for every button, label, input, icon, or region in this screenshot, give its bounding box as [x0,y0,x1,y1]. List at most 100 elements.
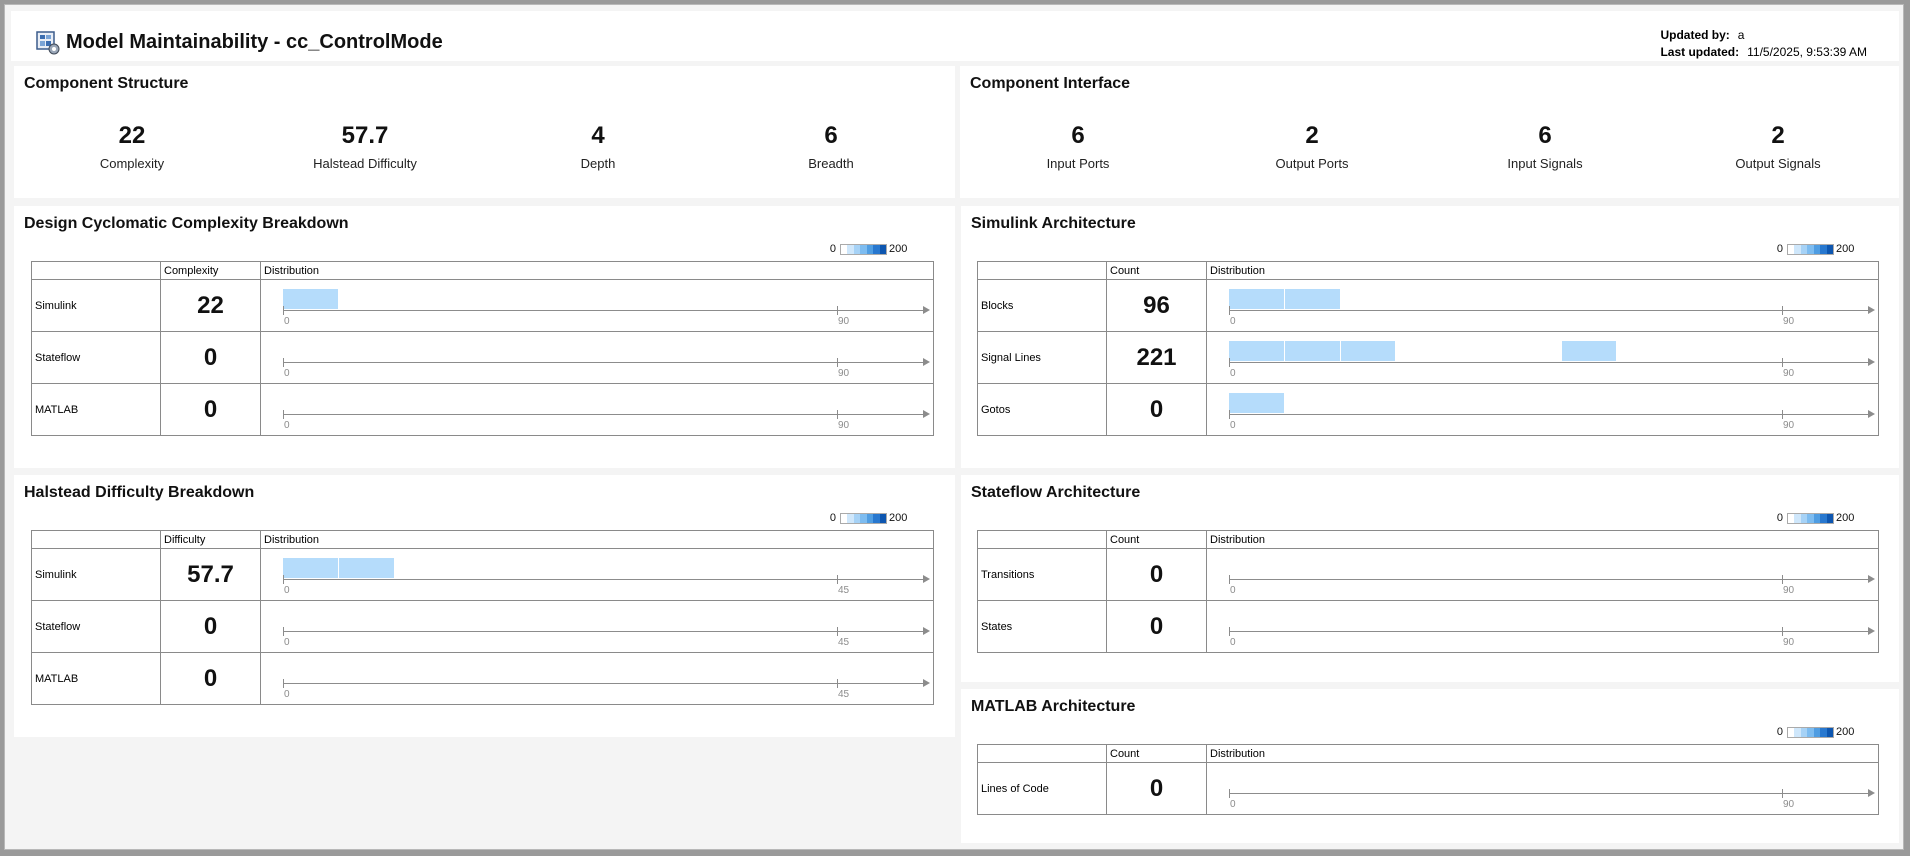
axis-min-label: 0 [1230,316,1236,327]
axis-min-tick [283,575,284,584]
table-row: Signal Lines 221 0 90 [977,331,1879,384]
histogram-bar [1285,289,1340,309]
axis-min-tick [1229,789,1230,798]
row-value: 22 [160,279,261,332]
page-title: Model Maintainability - cc_ControlMode [66,31,443,53]
legend-high: 200 [1836,512,1855,524]
row-label: Signal Lines [977,331,1107,384]
histogram-bar [1561,341,1617,361]
distribution-histogram: 0 45 [261,653,933,704]
row-label: Stateflow [31,331,161,384]
table-row: Lines of Code 0 0 90 [977,762,1879,815]
histogram-axis [1229,414,1870,415]
axis-max-label: 45 [838,637,850,648]
header-blank [977,530,1107,549]
panel-title: Component Structure [24,75,189,92]
panel-title: Design Cyclomatic Complexity Breakdown [24,215,349,232]
axis-max-label: 45 [838,689,850,700]
row-value: 0 [1106,383,1207,436]
histogram-axis [1229,579,1870,580]
histogram-axis [1229,793,1870,794]
distribution-histogram: 0 90 [1207,601,1878,652]
updated-by-label: Updated by: [1660,28,1730,42]
breakdown-table: Difficulty Distribution Simulink 57.7 0 45 S… [31,530,934,705]
axis-max-label: 45 [838,585,850,596]
distribution-histogram: 0 90 [1207,280,1878,331]
metric-value: 2 [1771,122,1785,149]
axis-max-tick [1782,575,1783,584]
row-label: Simulink [31,548,161,601]
metric-value: 22 [118,122,146,149]
axis-min-tick [283,306,284,315]
header-distribution: Distribution [260,261,934,280]
table-row: Stateflow 0 0 45 [31,600,934,653]
metric-value: 4 [591,122,605,149]
histogram-bar [1229,289,1285,309]
axis-max-tick [837,679,838,688]
header-distribution: Distribution [1206,530,1879,549]
histogram-axis [283,362,925,363]
row-value: 0 [1106,600,1207,653]
panel-title: Stateflow Architecture [971,484,1141,501]
metric-label: Complexity [99,156,165,171]
axis-min-tick [1229,410,1230,419]
metric-breadth: 6 Breadth [731,122,931,171]
component-structure-panel: Component Structure 22 Complexity 57.7 H… [14,66,955,198]
metric-value: 2 [1305,122,1319,149]
row-distribution: 0 90 [1206,279,1879,332]
metric-label: Halstead Difficulty [313,156,417,171]
last-updated-value: 11/5/2025, 9:53:39 AM [1747,45,1867,59]
histogram-bar [283,289,339,309]
row-value: 0 [160,652,261,705]
stateflow-architecture-panel: Stateflow Architecture 0 200 Count Distr… [961,475,1899,682]
axis-min-label: 0 [1230,637,1236,648]
axis-min-label: 0 [284,689,290,700]
legend-high: 200 [889,512,908,524]
distribution-histogram: 0 90 [261,332,933,383]
row-value: 0 [160,600,261,653]
maintainability-dashboard-icon [36,31,60,55]
complexity-breakdown-panel: Design Cyclomatic Complexity Breakdown 0… [14,206,955,468]
axis-min-label: 0 [284,316,290,327]
axis-max-tick [1782,627,1783,636]
update-info: Updated by: a Last updated: 11/5/2025, 9:5… [1660,27,1867,61]
axis-max-label: 90 [1783,799,1795,810]
table-row: Stateflow 0 0 90 [31,331,934,384]
row-value: 57.7 [160,548,261,601]
axis-max-tick [1782,306,1783,315]
metric-complexity: 22 Complexity [32,122,232,171]
axis-min-tick [283,627,284,636]
row-label: MATLAB [31,652,161,705]
histogram-axis [1229,362,1870,363]
distribution-histogram: 0 45 [261,549,933,600]
row-label: States [977,600,1107,653]
axis-max-label: 90 [1783,368,1795,379]
axis-arrow-icon [923,679,930,687]
metric-output-ports: 2 Output Ports [1212,122,1412,171]
axis-max-label: 90 [1783,585,1795,596]
breakdown-table: Count Distribution Transitions 0 0 90 States… [977,530,1879,653]
metric-label: Input Ports [1046,156,1110,171]
table-row: Simulink 22 0 90 [31,279,934,332]
row-label: Lines of Code [977,762,1107,815]
histogram-bar [1229,341,1285,361]
panel-title: Simulink Architecture [971,215,1136,232]
header-distribution: Distribution [260,530,934,549]
header-blank [977,744,1107,763]
histogram-axis [283,414,925,415]
legend-low: 0 [1776,512,1783,524]
histogram-bar [1340,341,1395,361]
dashboard-frame: Model Maintainability - cc_ControlMode U… [4,4,1904,850]
metric-value: 6 [1538,122,1552,149]
legend-gradient [1787,727,1834,738]
legend-gradient [840,244,887,255]
row-distribution: 0 90 [1206,331,1879,384]
axis-min-label: 0 [284,585,290,596]
axis-max-label: 90 [838,420,850,431]
histogram-bar [1285,341,1340,361]
histogram-axis [283,683,925,684]
distribution-histogram: 0 90 [261,384,933,435]
header-value: Difficulty [160,530,261,549]
panel-title: Component Interface [970,75,1131,92]
header-value: Count [1106,261,1207,280]
